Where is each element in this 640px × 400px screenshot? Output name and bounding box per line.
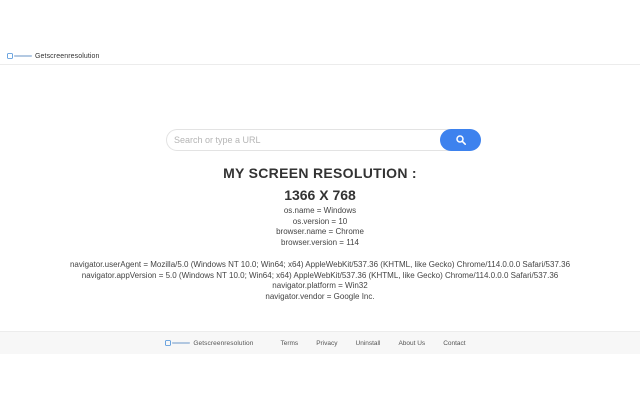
footer-link-about-us[interactable]: About Us [398,340,425,347]
header-brand-link[interactable]: Getscreenresolution [7,53,100,60]
browser-version-line: browser.version = 114 [281,238,359,248]
resolution-info: MY SCREEN RESOLUTION : 1366 X 768 os.nam… [0,164,640,303]
footer-brand-name: Getscreenresolution [193,339,254,347]
page: Getscreenresolution MY SCREEN RESOLUTION… [0,0,640,400]
search-icon [455,135,466,145]
os-name-line: os.name = Windows [283,206,357,215]
footer-link-privacy[interactable]: Privacy [316,340,337,347]
logo-icon [7,53,32,59]
header-brand-name: Getscreenresolution [35,52,100,60]
system-info: os.name = Windows os.version = 10 browse… [0,206,640,249]
navigator-useragent-line: navigator.userAgent = Mozilla/5.0 (Windo… [69,259,571,269]
footer: Getscreenresolution Terms Privacy Uninst… [0,331,640,354]
footer-brand-link[interactable]: Getscreenresolution [165,340,253,347]
browser-name-line: browser.name = Chrome [276,227,364,237]
footer-link-contact[interactable]: Contact [443,340,465,347]
resolution-title: MY SCREEN RESOLUTION : [223,165,417,181]
resolution-value: 1366 X 768 [284,187,356,203]
logo-icon [165,340,191,346]
footer-link-uninstall[interactable]: Uninstall [356,340,381,347]
navigator-appversion-line: navigator.appVersion = 5.0 (Windows NT 1… [81,270,559,280]
navigator-vendor-line: navigator.vendor = Google Inc. [265,291,375,301]
search-button[interactable] [440,129,481,151]
navigator-info: navigator.userAgent = Mozilla/5.0 (Windo… [0,260,640,303]
search-input[interactable] [166,129,452,151]
search-bar [166,129,481,151]
navigator-platform-line: navigator.platform = Win32 [272,281,368,291]
footer-link-terms[interactable]: Terms [280,340,298,347]
header: Getscreenresolution [0,48,640,65]
os-version-line: os.version = 10 [292,216,348,226]
